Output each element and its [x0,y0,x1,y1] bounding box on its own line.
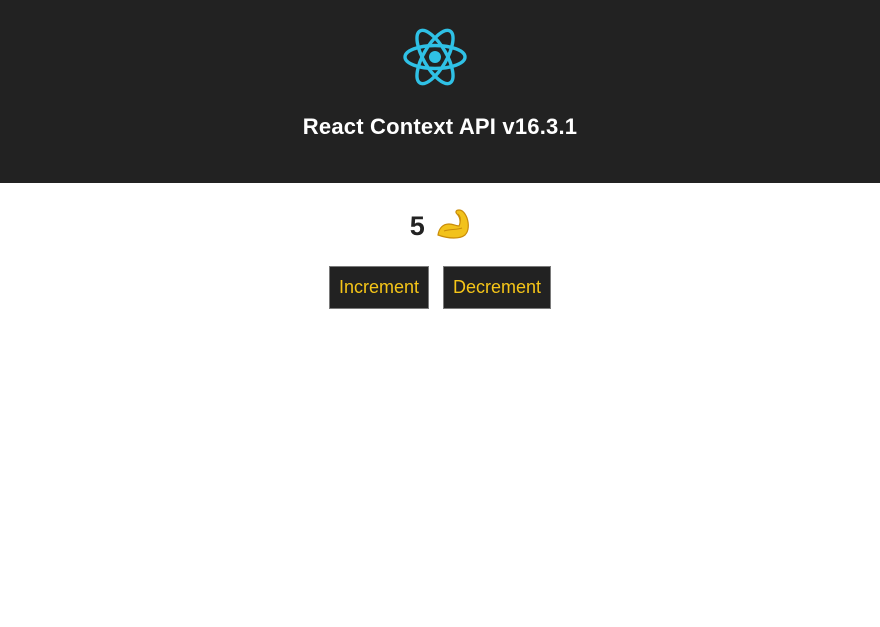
increment-button[interactable]: Increment [328,266,429,309]
counter-value: 5 [409,210,425,241]
react-atom-icon [403,28,467,86]
counter-display: 5 [0,207,880,243]
decrement-button[interactable]: Decrement [443,266,552,309]
app-header: React Context API v16.3.1 [0,0,880,183]
flexed-biceps-icon [437,209,470,239]
counter-controls: Increment Decrement [0,266,880,309]
app-title: React Context API v16.3.1 [302,114,578,139]
